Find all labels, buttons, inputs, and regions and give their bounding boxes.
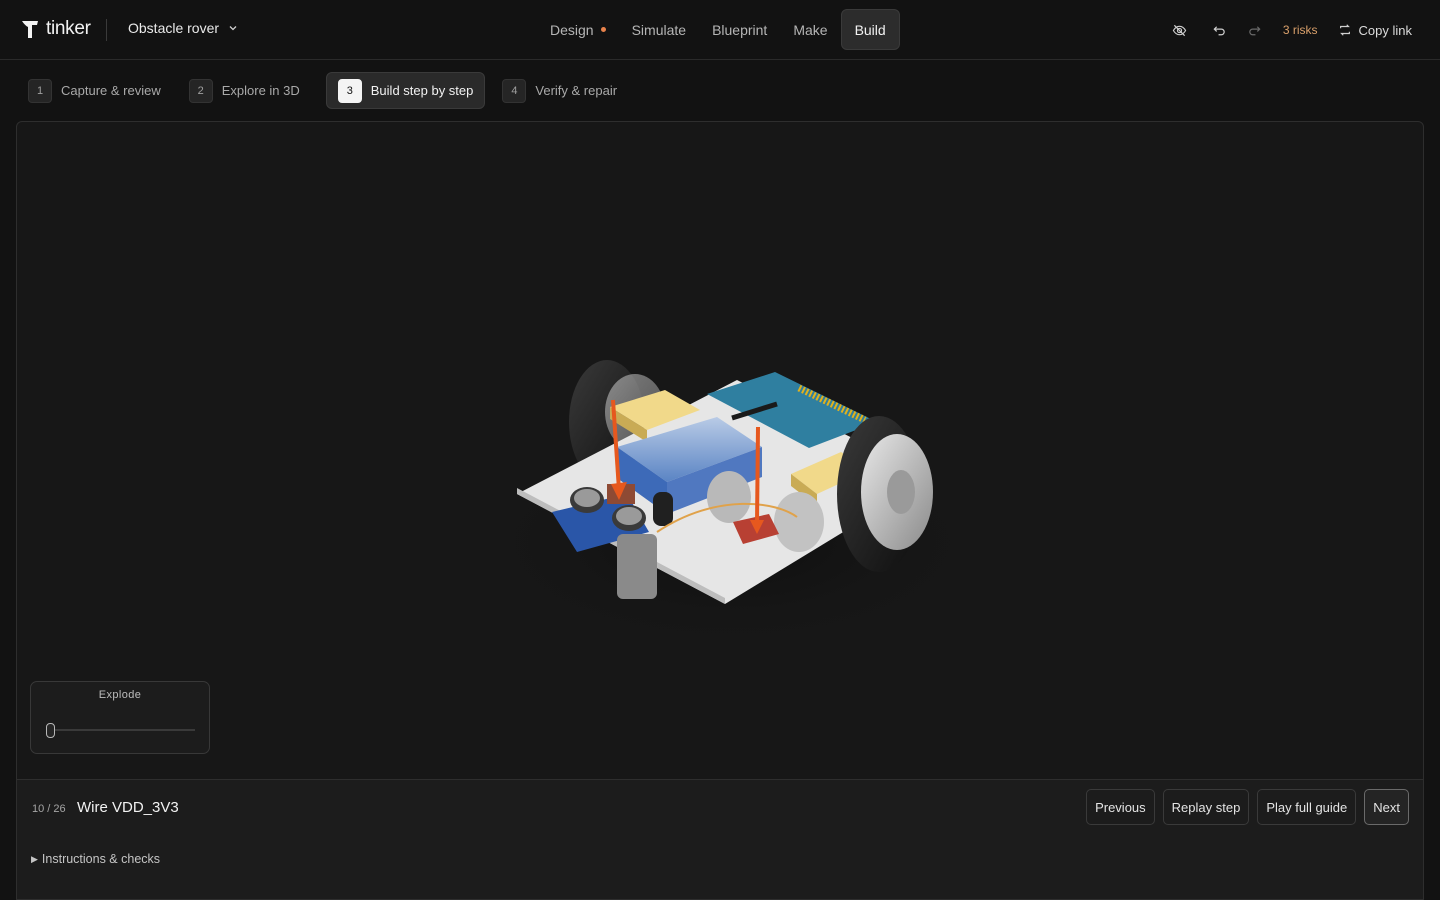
step-verify-repair[interactable]: 4 Verify & repair [502,72,628,109]
chevron-down-icon [229,26,237,31]
copy-link-button[interactable]: Copy link [1338,23,1412,38]
explode-panel: Explode [30,681,210,754]
caret-right-icon: ▶ [31,853,38,864]
top-bar: tinker Obstacle rover Design Simulate Bl… [0,0,1440,60]
step-label: Explore in 3D [221,83,300,98]
nav-make-label: Make [793,21,828,38]
replay-step-button[interactable]: Replay step [1162,789,1250,825]
step-number: 4 [502,78,527,103]
step-title: Wire VDD_3V3 [77,799,179,816]
explode-slider-track[interactable] [47,729,195,731]
3d-canvas[interactable] [17,122,1423,779]
unsaved-dot [600,27,606,32]
toolbar: 3 risks Copy link [1170,20,1412,40]
tinker-logo-icon [22,21,38,38]
copy-link-label: Copy link [1358,22,1412,38]
nav-build-label: Build [854,21,886,38]
brand-name: tinker [46,18,91,39]
instructions-label: Instructions & checks [41,852,161,866]
nav-simulate[interactable]: Simulate [619,9,699,50]
nav-make[interactable]: Make [780,9,840,50]
explode-label: Explode [98,689,142,701]
brand[interactable]: tinker [20,18,91,40]
project-name: Obstacle rover [128,20,220,36]
instructions-toggle[interactable]: ▶ Instructions & checks [31,852,160,866]
step-number: 2 [188,78,213,103]
next-button[interactable]: Next [1364,789,1409,825]
step-actions: Previous Replay step Play full guide Nex… [1086,789,1409,825]
rover-model [472,360,992,652]
previous-button[interactable]: Previous [1086,789,1155,825]
step-build-step-by-step[interactable]: 3 Build step by step [325,72,486,109]
undo-icon[interactable] [1210,20,1230,40]
step-label: Verify & repair [535,83,618,98]
step-counter: 10 / 26 [32,803,66,815]
nav-design[interactable]: Design [537,9,619,50]
play-full-guide-button[interactable]: Play full guide [1257,789,1357,825]
nav-design-label: Design [550,21,594,38]
main-nav: Design Simulate Blueprint Make Build [537,9,900,50]
divider [106,19,107,41]
step-number: 3 [337,78,362,103]
build-steps: 1 Capture & review 2 Explore in 3D 3 Bui… [28,72,645,109]
nav-build[interactable]: Build [840,9,900,50]
nav-simulate-label: Simulate [631,21,687,38]
3d-viewer: Explode 10 / 26 Wire VDD_3V3 Previous Re… [16,121,1424,900]
explode-slider-thumb[interactable] [46,723,55,738]
step-explore-3d[interactable]: 2 Explore in 3D [188,72,311,109]
step-label: Capture & review [61,83,161,98]
nav-blueprint-label: Blueprint [712,21,768,38]
eye-off-icon[interactable] [1170,20,1190,40]
step-number: 1 [28,78,52,103]
step-capture-review[interactable]: 1 Capture & review [28,72,172,109]
step-label: Build step by step [370,83,474,98]
nav-blueprint[interactable]: Blueprint [699,9,780,50]
risks-indicator[interactable]: 3 risks [1283,23,1318,37]
step-footer: 10 / 26 Wire VDD_3V3 Previous Replay ste… [17,779,1423,899]
project-selector[interactable]: Obstacle rover [128,20,239,36]
link-icon [1339,24,1350,36]
redo-icon[interactable] [1245,20,1265,40]
